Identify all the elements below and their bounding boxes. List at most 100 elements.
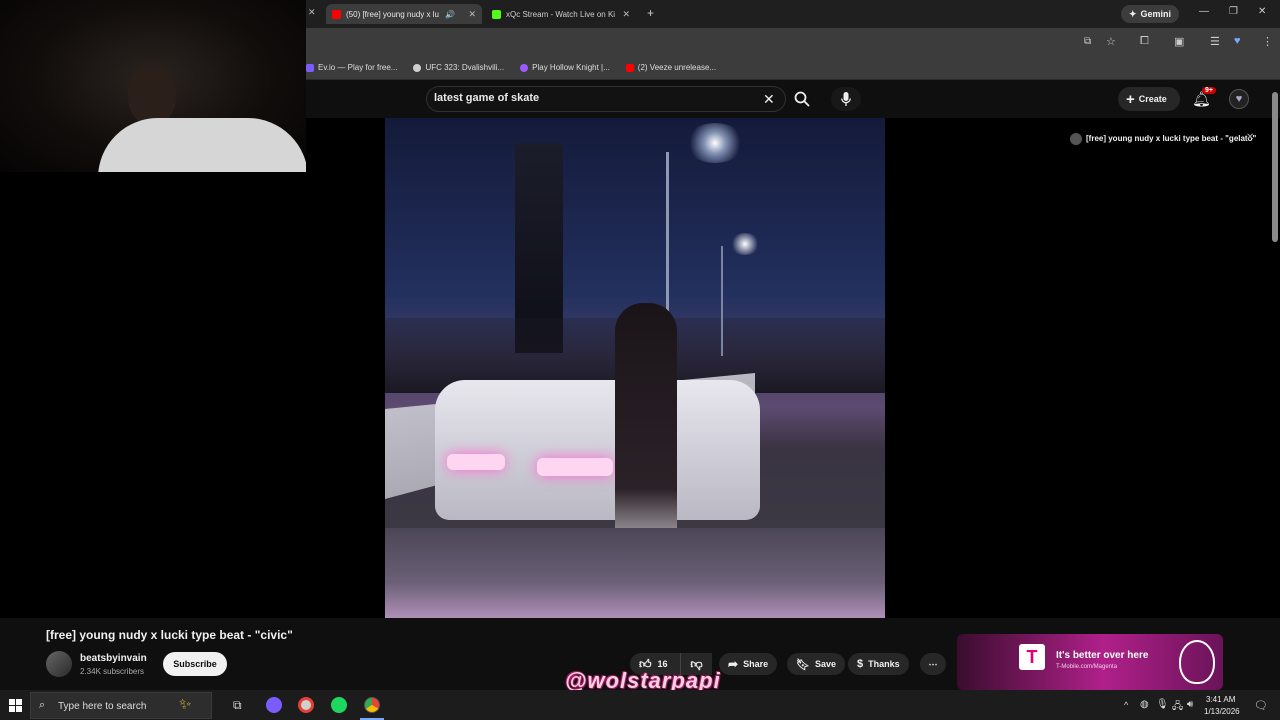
tray-app-icon[interactable]: ◍: [1140, 699, 1149, 710]
plus-icon: +: [1126, 90, 1135, 108]
extensions-icon[interactable]: ⧠: [1140, 35, 1149, 48]
volume-icon[interactable]: 🔊︎: [1187, 699, 1193, 710]
share-icon: ➦: [728, 657, 739, 671]
windows-start-icon[interactable]: [9, 699, 22, 712]
bookmark-item[interactable]: UFC 323: Dvalishvili...: [413, 63, 504, 72]
poki-icon: [520, 63, 529, 72]
tmobile-ad[interactable]: T It's better over here T-Mobile.com/Mag…: [957, 634, 1223, 690]
browser-toolbar: ⧉ ☆ ⧠ ▣ ☰ ♥ ⋮: [306, 28, 1280, 56]
search-input[interactable]: latest game of skate: [434, 92, 539, 104]
more-actions-button[interactable]: ⋯: [920, 653, 946, 675]
obs-icon[interactable]: [298, 697, 314, 713]
video-title: [free] young nudy x lucki type beat - "c…: [46, 628, 293, 642]
bookmark-item[interactable]: Play Hollow Knight |...: [520, 63, 610, 72]
video-player[interactable]: [385, 118, 885, 618]
tab-strip: ✕ (50) [free] young nudy x lu 🔊 ✕ xQc St…: [306, 0, 1280, 28]
speaker-icon[interactable]: 🔊: [445, 10, 455, 19]
tail-light: [447, 454, 505, 470]
minimize-icon[interactable]: —: [1199, 6, 1209, 17]
close-window-icon[interactable]: ✕: [1258, 6, 1266, 17]
spotify-icon[interactable]: [331, 697, 347, 713]
tab-search-icon[interactable]: ☰: [1210, 35, 1220, 48]
microphone-icon: [841, 92, 851, 106]
bookmark-label: Ev.io — Play for free...: [318, 63, 398, 72]
tab-label: xQc Stream - Watch Live on Ki: [506, 9, 616, 19]
bookmarks-bar: Ev.io — Play for free... UFC 323: Dvalis…: [306, 56, 1280, 80]
taskbar-search-input[interactable]: Type here to search: [58, 701, 146, 712]
new-tab-icon[interactable]: +: [647, 6, 654, 20]
thanks-button[interactable]: $ Thanks: [848, 653, 909, 675]
youtube-icon: [625, 63, 634, 72]
heart-logo-icon: [1179, 640, 1215, 684]
save-icon: 🔖︎: [796, 658, 810, 671]
tab-kick[interactable]: xQc Stream - Watch Live on Ki ✕: [486, 4, 636, 24]
close-icon[interactable]: ✕: [468, 9, 476, 20]
maximize-icon[interactable]: ❐: [1229, 6, 1238, 17]
subscribe-label: Subscribe: [173, 659, 217, 669]
clear-search-icon[interactable]: ✕: [763, 91, 775, 108]
light-pole: [721, 246, 723, 356]
thanks-label: Thanks: [868, 659, 900, 669]
thanks-icon: $: [857, 658, 864, 670]
kick-icon: [492, 9, 501, 19]
share-button[interactable]: ➦ Share: [719, 653, 778, 675]
streamer-head: [128, 66, 176, 124]
tab-label: (50) [free] young nudy x lu: [346, 9, 439, 19]
tab-youtube[interactable]: (50) [free] young nudy x lu 🔊 ✕: [326, 4, 482, 24]
chrome-icon[interactable]: [364, 697, 380, 713]
scrollbar-thumb[interactable]: [1272, 92, 1278, 242]
streamer-shirt: [98, 118, 306, 172]
voice-search-button[interactable]: [831, 87, 861, 111]
light-pole: [666, 152, 669, 312]
notification-badge: 9+: [1202, 87, 1216, 94]
close-icon[interactable]: ✕: [308, 7, 316, 18]
up-next-item[interactable]: [free] young nudy x lucki type beat - "g…: [1070, 132, 1270, 146]
menu-icon[interactable]: ⋮: [1262, 35, 1273, 48]
close-icon[interactable]: ✕: [1246, 132, 1254, 143]
globe-icon: [413, 63, 422, 72]
tray-chevron-icon[interactable]: ^: [1124, 700, 1128, 710]
tmobile-logo: T: [1019, 644, 1045, 670]
channel-name[interactable]: beatsbyinvain: [80, 653, 147, 664]
save-label: Save: [814, 659, 836, 669]
notification-center-icon[interactable]: 🗨︎: [1254, 699, 1268, 712]
gemini-button[interactable]: ✦ Gemini: [1121, 5, 1180, 23]
gemini-icon: ✦: [1129, 8, 1137, 19]
microphone-tray-icon[interactable]: 🎙︎: [1156, 699, 1169, 710]
save-button[interactable]: 🔖︎ Save: [787, 653, 845, 675]
close-icon[interactable]: ✕: [622, 9, 630, 20]
bookmark-label: UFC 323: Dvalishvili...: [425, 63, 505, 72]
white-car: [435, 380, 760, 520]
tail-light: [537, 458, 613, 476]
bookmark-item[interactable]: Ev.io — Play for free...: [306, 63, 397, 72]
webcam-overlay: [0, 0, 306, 172]
channel-avatar: [1070, 133, 1082, 145]
taskbar-search[interactable]: ⌕ Type here to search ✨︎: [30, 692, 212, 719]
evio-icon: [306, 63, 314, 72]
discord-icon[interactable]: [266, 697, 282, 713]
share-label: Share: [743, 659, 769, 669]
notifications-button[interactable]: 🔔︎ 9+: [1192, 87, 1216, 109]
install-icon[interactable]: ⧉: [1084, 36, 1091, 47]
ad-headline: It's better over here: [1056, 650, 1149, 661]
up-next-title: [free] young nudy x lucki type beat - "g…: [1086, 134, 1257, 143]
ad-subtext: T-Mobile.com/Magenta: [1056, 664, 1118, 670]
clock-date[interactable]: 1/13/2026: [1204, 707, 1240, 716]
gemini-label: Gemini: [1140, 9, 1172, 19]
subscribe-button[interactable]: Subscribe: [163, 652, 227, 676]
create-label: Create: [1138, 94, 1167, 104]
avatar[interactable]: ♥: [1229, 89, 1249, 109]
more-icon: ⋯: [928, 658, 938, 669]
bookmark-star-icon[interactable]: ☆: [1106, 35, 1116, 48]
network-icon[interactable]: 🖧: [1172, 699, 1183, 716]
search-icon[interactable]: [794, 91, 810, 107]
create-button[interactable]: + Create: [1118, 87, 1180, 111]
task-view-icon[interactable]: ⧉: [233, 698, 242, 713]
profile-icon[interactable]: ♥: [1234, 35, 1241, 47]
channel-avatar[interactable]: [46, 651, 72, 677]
split-view-icon[interactable]: ▣: [1174, 35, 1184, 48]
search-icon: ⌕: [39, 699, 46, 711]
bookmark-item[interactable]: (2) Veeze unrelease...: [625, 63, 716, 72]
clock-time[interactable]: 3:41 AM: [1206, 695, 1235, 704]
road: [385, 528, 885, 618]
